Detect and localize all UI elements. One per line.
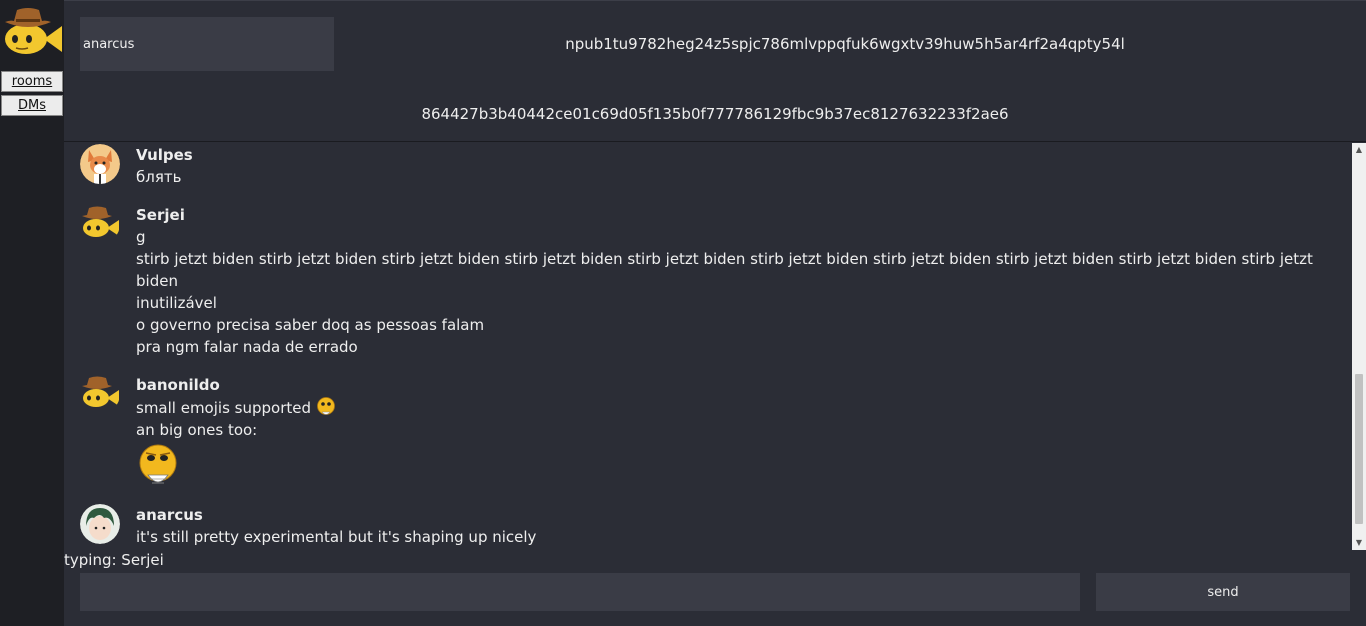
npub-key: npub1tu9782heg24z5spjc786mlvppqfuk6wgxtv… (565, 35, 1125, 53)
cowboy-fish-avatar-icon (82, 206, 119, 237)
scroll-down-arrow-icon[interactable]: ▼ (1352, 536, 1366, 550)
scroll-up-arrow-icon[interactable]: ▲ (1352, 143, 1366, 157)
message-text-row: small emojis supported (136, 396, 1316, 419)
hex-pubkey: 864427b3b40442ce01c69d05f135b0f777786129… (421, 105, 1009, 123)
message-text: pra ngm falar nada de errado (136, 338, 358, 356)
thinking-emoji-small-icon (316, 397, 335, 415)
message-author: Serjei (136, 206, 185, 224)
message-text: it's still pretty experimental but it's … (136, 528, 537, 546)
avatar (80, 204, 120, 244)
fox-avatar-icon (80, 144, 120, 184)
header: npub1tu9782heg24z5spjc786mlvppqfuk6wgxtv… (64, 0, 1366, 142)
message-author: banonildo (136, 376, 220, 394)
typing-indicator: typing: Serjei (64, 551, 164, 569)
send-button[interactable]: send (1096, 573, 1350, 611)
avatar (80, 374, 120, 414)
message-text: o governo precisa saber doq as pessoas f… (136, 316, 485, 334)
message-scrollbar[interactable]: ▲ ▼ (1352, 143, 1366, 550)
message-text: блять (136, 168, 182, 186)
sidebar: rooms DMs (0, 0, 64, 626)
rooms-button[interactable]: rooms (1, 71, 63, 92)
avatar (80, 144, 120, 184)
message-author: anarcus (136, 506, 203, 524)
username-input[interactable] (80, 17, 334, 71)
cowboy-fish-logo-icon (5, 8, 62, 54)
message-list: Vulpes блять Serjei g stirb jetzt biden … (64, 143, 1352, 550)
message-text: small emojis supported (136, 399, 311, 417)
scroll-thumb[interactable] (1355, 374, 1363, 524)
message-text: an big ones too: (136, 421, 258, 439)
dms-button[interactable]: DMs (1, 95, 63, 116)
thinking-emoji-large-icon (139, 444, 177, 484)
message-text: g (136, 228, 146, 246)
anime-boy-avatar-icon (80, 504, 120, 544)
message-text: stirb jetzt biden stirb jetzt biden stir… (136, 250, 1313, 290)
avatar (80, 504, 120, 544)
message-author: Vulpes (136, 146, 193, 164)
cowboy-fish-avatar-icon (82, 376, 119, 407)
message-text: inutilizável (136, 294, 217, 312)
message-input[interactable] (80, 573, 1080, 611)
